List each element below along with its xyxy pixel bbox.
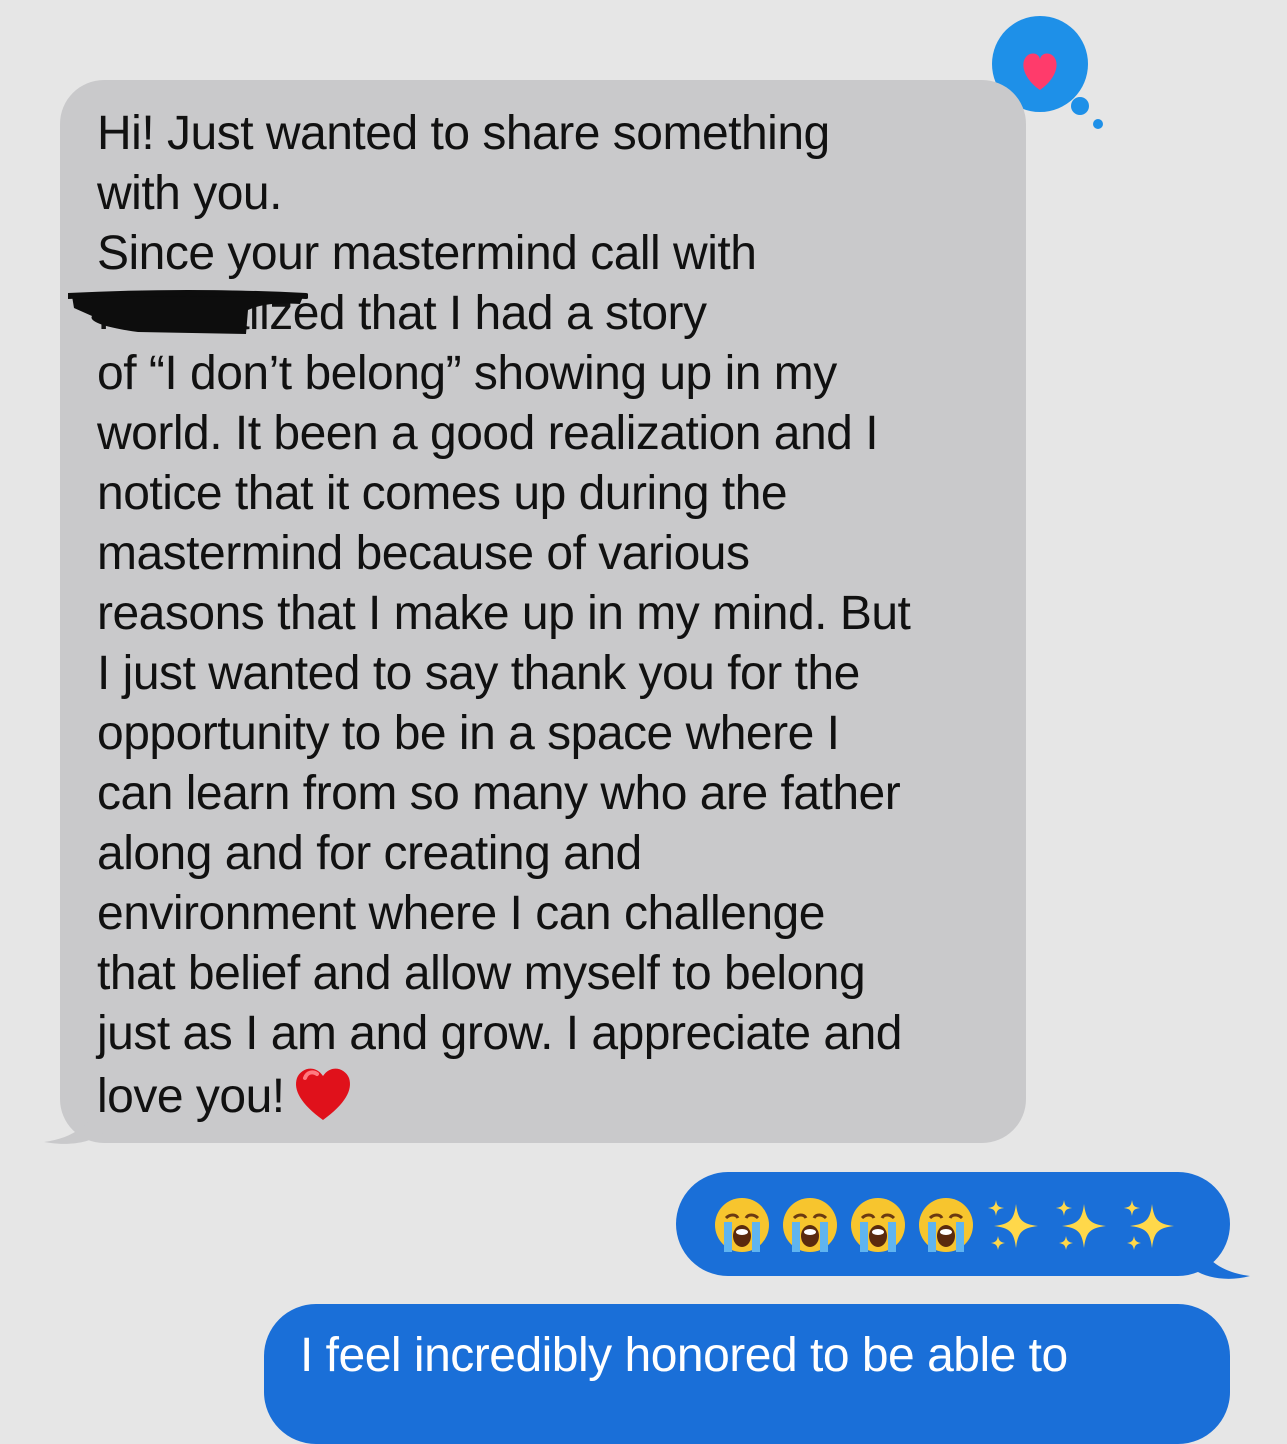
incoming-message-body: Hi! Just wanted to share something with … [97, 107, 911, 1123]
loudly-crying-face-icon [851, 1198, 905, 1252]
loudly-crying-face-icon [715, 1198, 769, 1252]
incoming-bubble-tail [44, 1098, 104, 1144]
message-thread: Hi! Just wanted to share something with … [0, 0, 1287, 1444]
outgoing-message-text: I feel incredibly honored to be able to [300, 1329, 1068, 1382]
incoming-message-text: Hi! Just wanted to share something with … [97, 104, 997, 1127]
outgoing-bubble-tail [1192, 1228, 1250, 1279]
red-heart-emoji-icon [295, 1068, 350, 1120]
emoji-row [712, 1196, 1180, 1254]
sparkles-icon [1124, 1200, 1174, 1250]
sparkles-icon [988, 1200, 1038, 1250]
redaction-mark [68, 290, 308, 334]
sparkles-icon [1056, 1200, 1106, 1250]
loudly-crying-face-icon [919, 1198, 973, 1252]
loudly-crying-face-icon [783, 1198, 837, 1252]
